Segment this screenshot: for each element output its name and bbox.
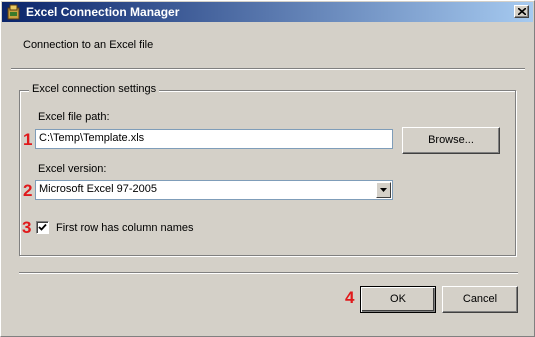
first-row-checkbox[interactable] [36,221,49,234]
dropdown-button[interactable] [376,182,391,198]
browse-button[interactable]: Browse... [402,127,500,154]
excel-package-icon [6,4,21,20]
annotation-badge-2: 2 [23,181,33,200]
excel-version-select[interactable]: Microsoft Excel 97-2005 [35,180,393,200]
bottom-separator [19,272,518,274]
file-path-input[interactable]: C:\Temp\Template.xls [35,129,393,149]
close-button[interactable] [514,5,529,18]
excel-connection-manager-dialog: Excel Connection Manager Connection to a… [0,0,535,337]
ok-button[interactable]: OK [360,286,436,313]
groupbox-title: Excel connection settings [29,83,160,95]
first-row-label[interactable]: First row has column names [56,222,194,234]
close-icon [518,8,526,15]
intro-text: Connection to an Excel file [23,39,154,51]
file-path-label: Excel file path: [38,111,110,123]
window-title: Excel Connection Manager [26,5,180,19]
excel-version-label: Excel version: [38,163,107,175]
annotation-badge-1: 1 [23,130,33,149]
cancel-button[interactable]: Cancel [442,286,518,313]
chevron-down-icon [380,188,387,192]
checkmark-icon [38,223,47,231]
title-bar[interactable]: Excel Connection Manager [2,2,533,22]
excel-version-value: Microsoft Excel 97-2005 [39,183,157,195]
annotation-badge-4: 4 [345,288,355,307]
annotation-badge-3: 3 [22,218,32,237]
top-separator [11,68,525,70]
